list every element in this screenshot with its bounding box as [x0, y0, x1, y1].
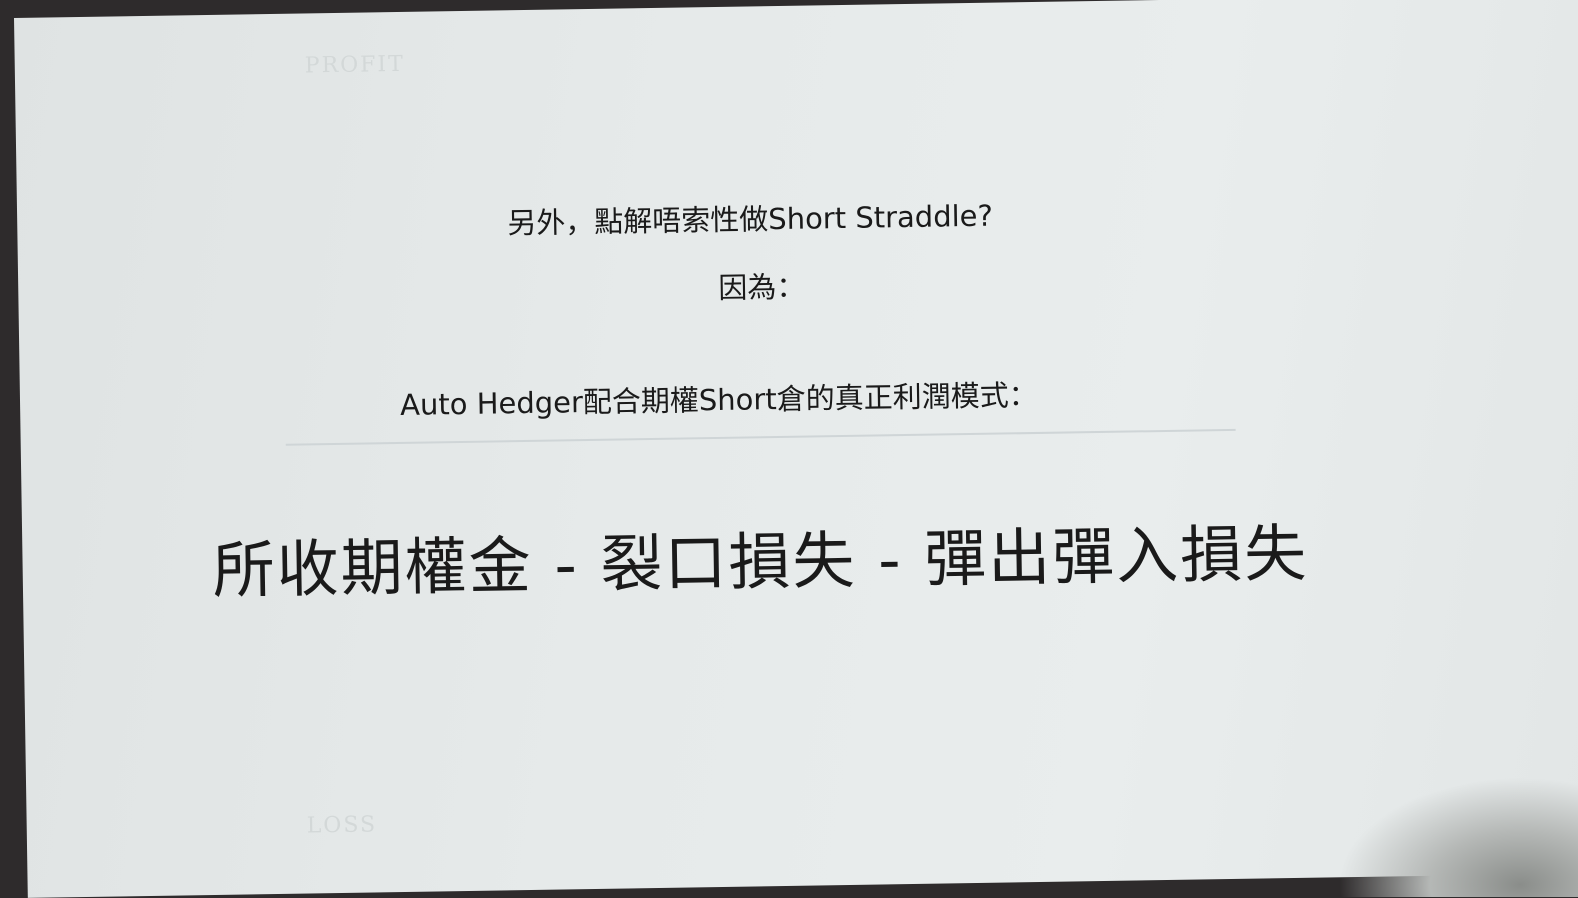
because-text: 因為： — [718, 269, 806, 305]
ghost-profit-label: PROFIT — [304, 51, 406, 79]
subtitle-text: Auto Hedger配合期權Short倉的真正利潤模式： — [399, 377, 1038, 422]
projected-slide: PROFIT LOSS 另外，點解唔索性做Short Straddle? 因為：… — [14, 0, 1578, 898]
ghost-axis-line — [285, 428, 1236, 446]
tree-silhouette — [1338, 777, 1578, 897]
ghost-loss-label: LOSS — [306, 812, 378, 839]
question-text: 另外，點解唔索性做Short Straddle? — [507, 198, 994, 241]
formula-text: 所收期權金 - 裂口損失 - 彈出彈入損失 — [212, 516, 1309, 607]
